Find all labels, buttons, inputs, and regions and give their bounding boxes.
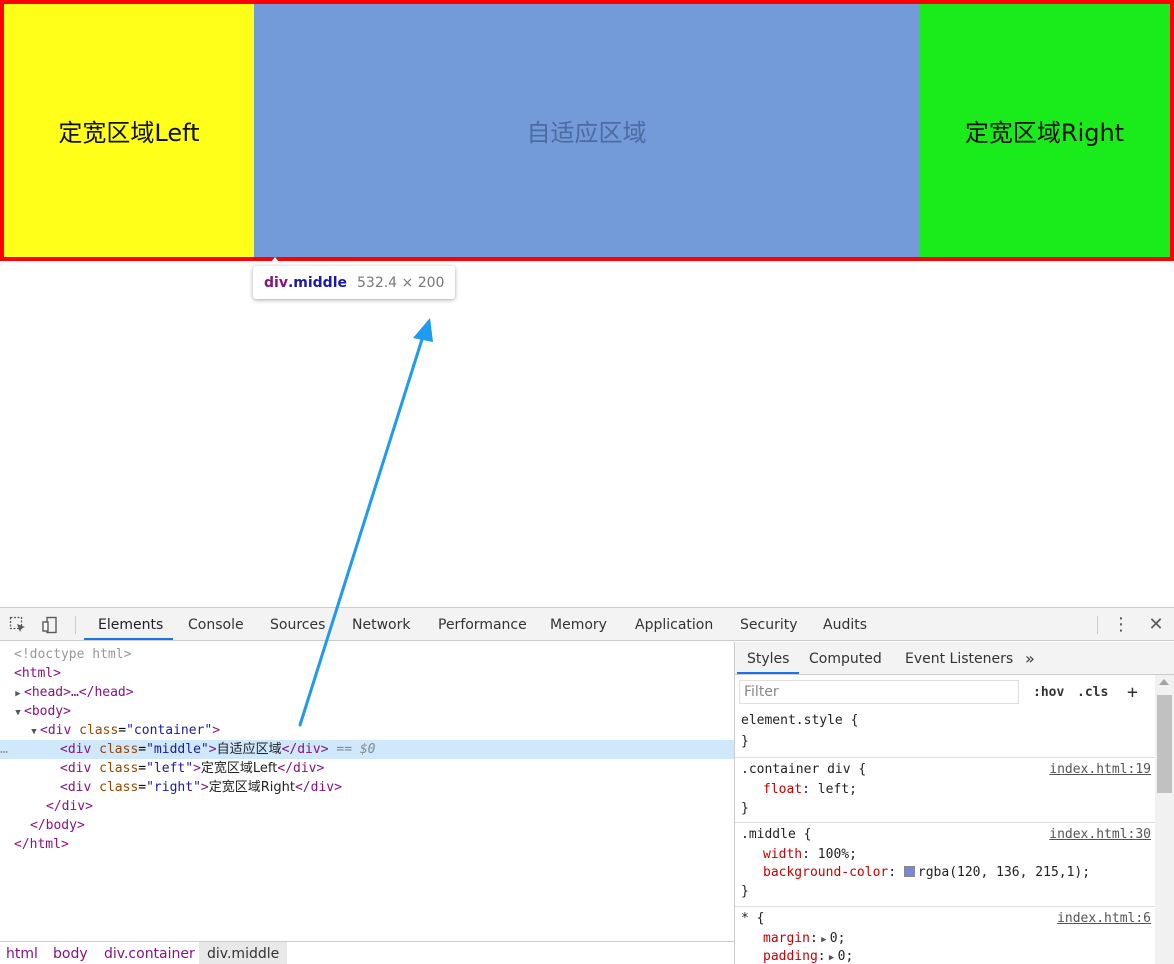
page: { "viewport": { "left_label": "定宽区域Left"… [0,0,1174,964]
annotation-arrow [298,318,433,727]
